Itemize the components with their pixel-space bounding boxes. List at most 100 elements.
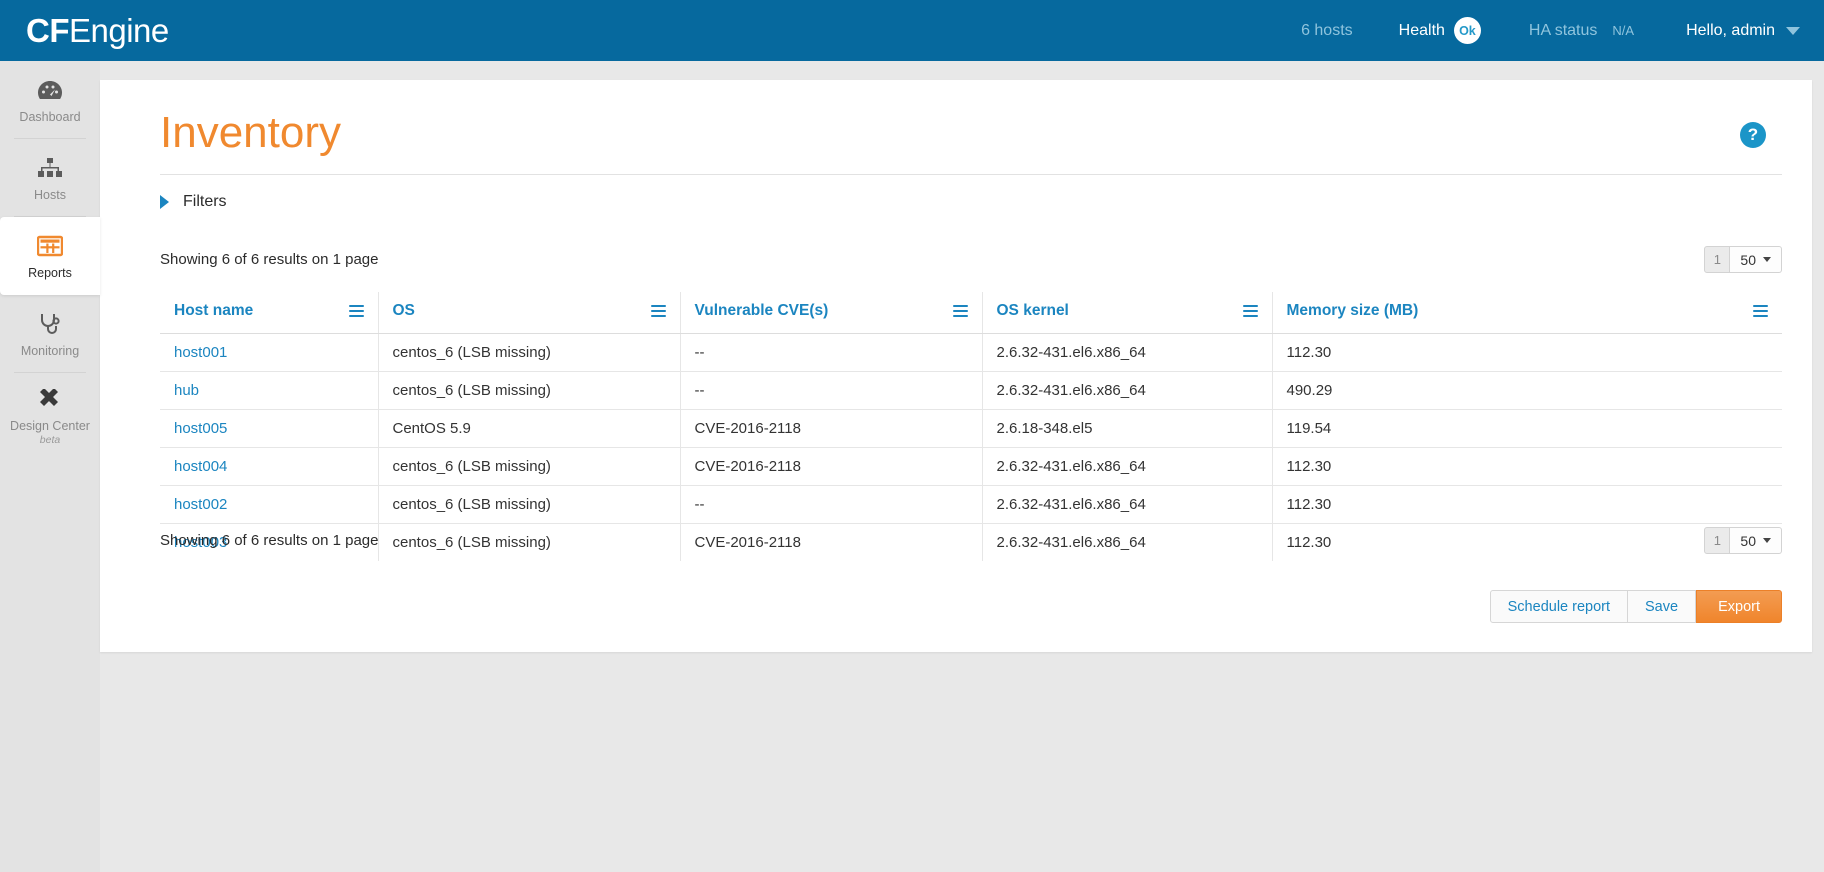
- sidebar-item-label-monitoring: Monitoring: [20, 343, 80, 358]
- cell-cve: --: [680, 333, 983, 372]
- table-header-row: Host name OS Vulnerable CVE(s) OS kernel…: [160, 292, 1782, 334]
- report-actions: Schedule report Save Export: [1489, 590, 1782, 623]
- sidebar-item-dashboard[interactable]: Dashboard: [0, 61, 100, 139]
- column-menu-icon[interactable]: [650, 305, 666, 317]
- ha-status-label: HA status: [1528, 21, 1598, 39]
- user-menu[interactable]: Hello, admin: [1686, 22, 1800, 40]
- page-size-value-top: 50: [1740, 251, 1756, 268]
- page-number-button-top[interactable]: 1: [1704, 246, 1731, 273]
- schedule-report-button[interactable]: Schedule report: [1489, 590, 1629, 623]
- cell-memory: 112.30: [1272, 485, 1782, 524]
- chevron-right-icon: [160, 195, 169, 209]
- table-row: host002 centos_6 (LSB missing) -- 2.6.32…: [160, 485, 1782, 524]
- cell-cve: --: [680, 485, 983, 524]
- design-center-icon: [37, 386, 63, 412]
- health-status-item[interactable]: Health Ok: [1399, 17, 1529, 44]
- page-size-dropdown-bottom[interactable]: 50: [1730, 527, 1782, 554]
- sidebar-item-label-design-center: Design Center: [10, 419, 90, 433]
- ha-status-value: N/A: [1612, 23, 1635, 38]
- column-header-host-name[interactable]: Host name: [160, 292, 379, 334]
- ha-status-item[interactable]: HA status N/A: [1529, 22, 1686, 40]
- column-menu-icon[interactable]: [1753, 305, 1768, 317]
- cell-kernel: 2.6.18-348.el5: [982, 409, 1273, 448]
- stethoscope-icon: [38, 311, 62, 337]
- host-link[interactable]: host002: [174, 496, 227, 513]
- sidebar-item-label-hosts: Hosts: [34, 187, 66, 202]
- column-label-host-name: Host name: [174, 302, 254, 319]
- host-count-item[interactable]: 6 hosts: [1301, 22, 1399, 40]
- column-label-os: OS: [392, 302, 415, 319]
- column-header-os[interactable]: OS: [378, 292, 681, 334]
- column-menu-icon[interactable]: [952, 305, 968, 317]
- filters-toggle[interactable]: Filters: [160, 193, 227, 211]
- sidebar-item-label-reports: Reports: [28, 265, 72, 280]
- cell-host-name: host004: [160, 447, 379, 486]
- page-size-value-bottom: 50: [1740, 532, 1756, 549]
- sidebar-navigation: Dashboard Hosts Reports Monitoring Desig…: [0, 61, 100, 872]
- cell-memory: 119.54: [1272, 409, 1782, 448]
- filters-label: Filters: [183, 193, 227, 210]
- table-header: Host name OS Vulnerable CVE(s) OS kernel…: [160, 292, 1782, 334]
- cell-cve: CVE-2016-2118: [680, 447, 983, 486]
- cell-os: centos_6 (LSB missing): [378, 485, 681, 524]
- dashboard-gauge-icon: [37, 77, 63, 103]
- results-bar-bottom: Showing 6 of 6 results on 1 page 1 50: [160, 527, 1782, 554]
- cell-host-name: host002: [160, 485, 379, 524]
- pagination-bottom: 1 50: [1704, 527, 1782, 554]
- inventory-table: Host name OS Vulnerable CVE(s) OS kernel…: [160, 292, 1782, 561]
- health-status-badge: Ok: [1453, 17, 1481, 44]
- column-header-vulnerable-cves[interactable]: Vulnerable CVE(s): [680, 292, 983, 334]
- column-label-vulnerable-cves: Vulnerable CVE(s): [694, 302, 829, 319]
- column-menu-icon[interactable]: [348, 305, 364, 317]
- column-header-os-kernel[interactable]: OS kernel: [982, 292, 1273, 334]
- table-row: host005 CentOS 5.9 CVE-2016-2118 2.6.18-…: [160, 409, 1782, 448]
- sidebar-item-reports[interactable]: Reports: [0, 217, 100, 295]
- host-count-label: 6 hosts: [1301, 21, 1353, 39]
- column-label-memory-size: Memory size (MB): [1286, 302, 1419, 319]
- sidebar-item-monitoring[interactable]: Monitoring: [0, 295, 100, 373]
- reports-grid-icon: [37, 233, 63, 259]
- sidebar-item-label-dashboard: Dashboard: [19, 109, 81, 124]
- cell-host-name: host005: [160, 409, 379, 448]
- host-link[interactable]: host005: [174, 420, 227, 437]
- host-link[interactable]: host004: [174, 458, 227, 475]
- title-divider: [160, 174, 1782, 175]
- cell-kernel: 2.6.32-431.el6.x86_64: [982, 371, 1273, 410]
- health-label: Health: [1398, 21, 1445, 39]
- user-greeting-label: Hello, admin: [1686, 21, 1775, 39]
- main-content-card: Inventory ? Filters Showing 6 of 6 resul…: [100, 80, 1812, 652]
- host-link[interactable]: host001: [174, 344, 227, 361]
- question-mark-help-icon[interactable]: ?: [1740, 122, 1766, 148]
- results-summary-top: Showing 6 of 6 results on 1 page: [160, 251, 379, 268]
- export-button[interactable]: Export: [1696, 590, 1782, 623]
- results-bar-top: Showing 6 of 6 results on 1 page 1 50: [160, 246, 1782, 273]
- pagination-top: 1 50: [1704, 246, 1782, 273]
- cell-cve: --: [680, 371, 983, 410]
- column-menu-icon[interactable]: [1242, 305, 1258, 317]
- sidebar-item-design-center[interactable]: Design Center beta: [0, 373, 100, 459]
- column-label-os-kernel: OS kernel: [996, 302, 1069, 319]
- logo-cf-text: CF: [26, 12, 70, 49]
- page-number-button-bottom[interactable]: 1: [1704, 527, 1731, 554]
- cell-host-name: host001: [160, 333, 379, 372]
- results-summary-bottom: Showing 6 of 6 results on 1 page: [160, 532, 379, 549]
- host-link[interactable]: hub: [174, 382, 199, 399]
- cell-memory: 490.29: [1272, 371, 1782, 410]
- top-header-bar: CFEngine 6 hosts Health Ok HA status N/A…: [0, 0, 1824, 61]
- page-title: Inventory: [160, 108, 341, 157]
- cell-kernel: 2.6.32-431.el6.x86_64: [982, 333, 1273, 372]
- page-size-dropdown-top[interactable]: 50: [1730, 246, 1782, 273]
- save-button[interactable]: Save: [1628, 590, 1697, 623]
- table-row: host004 centos_6 (LSB missing) CVE-2016-…: [160, 447, 1782, 486]
- cell-kernel: 2.6.32-431.el6.x86_64: [982, 485, 1273, 524]
- inventory-table-wrapper: Host name OS Vulnerable CVE(s) OS kernel…: [160, 292, 1782, 561]
- cell-cve: CVE-2016-2118: [680, 409, 983, 448]
- cell-host-name: hub: [160, 371, 379, 410]
- column-header-memory-size[interactable]: Memory size (MB): [1272, 292, 1782, 334]
- sidebar-item-hosts[interactable]: Hosts: [0, 139, 100, 217]
- chevron-down-icon: [1763, 538, 1771, 543]
- chevron-down-icon: [1763, 257, 1771, 262]
- cell-memory: 112.30: [1272, 447, 1782, 486]
- table-row: host001 centos_6 (LSB missing) -- 2.6.32…: [160, 333, 1782, 372]
- cfengine-logo[interactable]: CFEngine: [26, 14, 169, 47]
